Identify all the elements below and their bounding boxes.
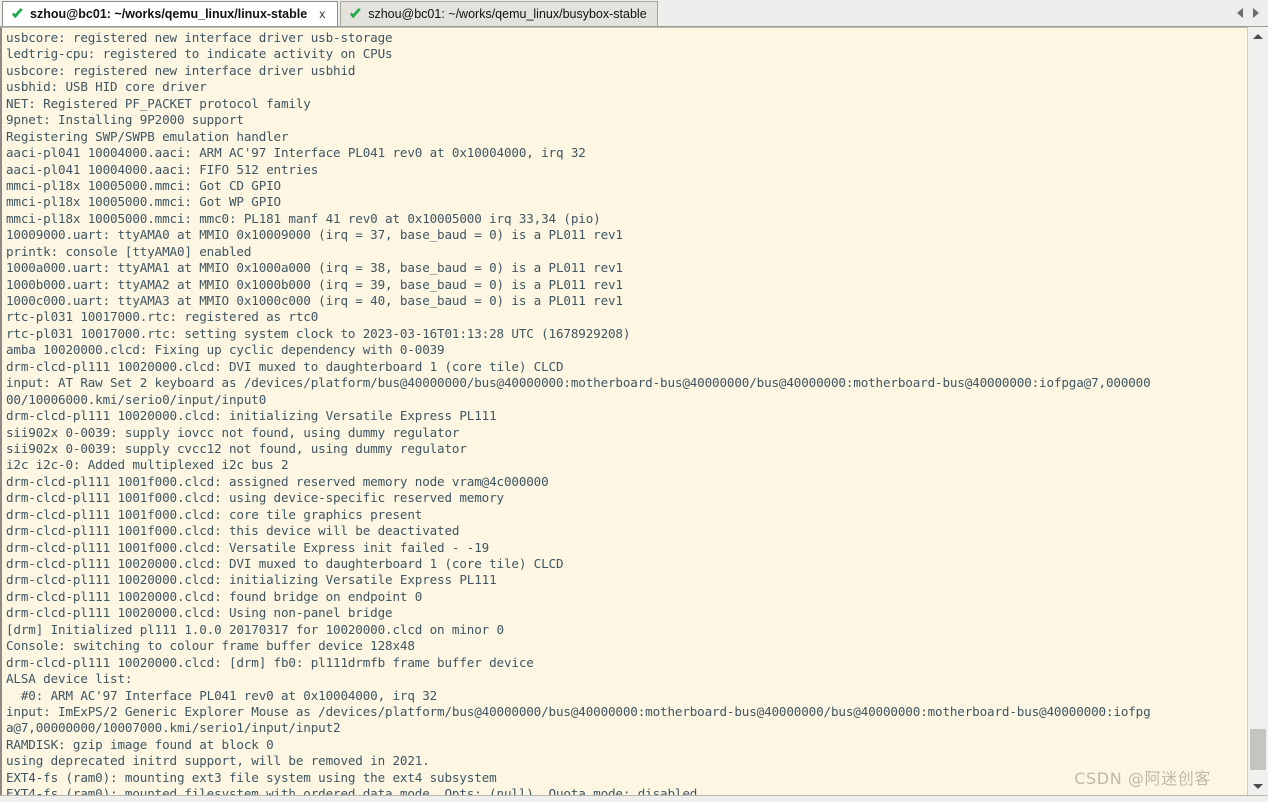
- terminal-line: a@7,00000000/10007000.kmi/serio1/input/i…: [6, 720, 341, 736]
- terminal-line: sii902x 0-0039: supply iovcc not found, …: [6, 424, 460, 440]
- tab-label: szhou@bc01: ~/works/qemu_linux/linux-sta…: [30, 7, 308, 21]
- terminal-line: rtc-pl031 10017000.rtc: setting system c…: [6, 325, 631, 341]
- terminal-line: 9pnet: Installing 9P2000 support: [6, 112, 244, 128]
- tab-nav-controls: [1231, 0, 1268, 26]
- tab-scroll-right-icon[interactable]: [1253, 8, 1259, 18]
- terminal-line: Registering SWP/SWPB emulation handler: [6, 128, 289, 144]
- chevron-down-icon: [1253, 783, 1263, 789]
- terminal-line: rtc-pl031 10017000.rtc: registered as rt…: [6, 309, 319, 325]
- tab-bar: szhou@bc01: ~/works/qemu_linux/linux-sta…: [0, 0, 1268, 27]
- terminal-line: usbcore: registered new interface driver…: [6, 30, 393, 45]
- terminal-line: drm-clcd-pl111 1001f000.clcd: using devi…: [6, 490, 504, 506]
- terminal-line: drm-clcd-pl111 10020000.clcd: DVI muxed …: [6, 358, 564, 374]
- terminal-line: usbcore: registered new interface driver…: [6, 62, 356, 78]
- tab-close-icon[interactable]: x: [317, 7, 327, 21]
- terminal-line: input: ImExPS/2 Generic Explorer Mouse a…: [6, 703, 1151, 719]
- tab-linux-stable[interactable]: szhou@bc01: ~/works/qemu_linux/linux-sta…: [2, 1, 339, 26]
- terminal-output: usbcore: registered new interface driver…: [2, 28, 1247, 795]
- terminal-line: 1000a000.uart: ttyAMA1 at MMIO 0x1000a00…: [6, 260, 623, 276]
- terminal-line: NET: Registered PF_PACKET protocol famil…: [6, 95, 311, 111]
- scroll-down-button[interactable]: [1248, 777, 1268, 795]
- terminal-line: mmci-pl18x 10005000.mmci: Got WP GPIO: [6, 194, 281, 210]
- terminal-line: 00/10006000.kmi/serio0/input/input0: [6, 391, 267, 407]
- terminal-line: drm-clcd-pl111 10020000.clcd: initializi…: [6, 408, 497, 424]
- terminal-line: input: AT Raw Set 2 keyboard as /devices…: [6, 375, 1151, 391]
- terminal-line: drm-clcd-pl111 1001f000.clcd: assigned r…: [6, 473, 549, 489]
- terminal-line: EXT4-fs (ram0): mounting ext3 file syste…: [6, 769, 497, 785]
- terminal-line: drm-clcd-pl111 10020000.clcd: initializi…: [6, 572, 497, 588]
- terminal-line: usbhid: USB HID core driver: [6, 79, 207, 95]
- terminal-line: ALSA device list:: [6, 671, 133, 687]
- terminal-line: #0: ARM AC'97 Interface PL041 rev0 at 0x…: [6, 687, 438, 703]
- chevron-up-icon: [1253, 33, 1263, 39]
- green-check-icon: [11, 7, 24, 21]
- terminal-body: usbcore: registered new interface driver…: [0, 27, 1268, 795]
- terminal-line: RAMDISK: gzip image found at block 0: [6, 736, 274, 752]
- terminal-line: drm-clcd-pl111 1001f000.clcd: core tile …: [6, 506, 423, 522]
- terminal-line: drm-clcd-pl111 1001f000.clcd: this devic…: [6, 523, 460, 539]
- terminal-line: drm-clcd-pl111 10020000.clcd: [drm] fb0:…: [6, 654, 534, 670]
- terminal-line: 10009000.uart: ttyAMA0 at MMIO 0x1000900…: [6, 227, 623, 243]
- terminal-line: mmci-pl18x 10005000.mmci: mmc0: PL181 ma…: [6, 210, 601, 226]
- scrollbar-track[interactable]: [1248, 45, 1268, 777]
- terminal-line: mmci-pl18x 10005000.mmci: Got CD GPIO: [6, 177, 281, 193]
- terminal-line: 1000c000.uart: ttyAMA3 at MMIO 0x1000c00…: [6, 293, 623, 308]
- terminal-line: amba 10020000.clcd: Fixing up cyclic dep…: [6, 342, 445, 358]
- terminal-line: printk: console [ttyAMA0] enabled: [6, 243, 252, 259]
- terminal-line: aaci-pl041 10004000.aaci: ARM AC'97 Inte…: [6, 145, 586, 161]
- terminal-line: 1000b000.uart: ttyAMA2 at MMIO 0x1000b00…: [6, 276, 623, 292]
- terminal-line: i2c i2c-0: Added multiplexed i2c bus 2: [6, 457, 289, 473]
- terminal-line: drm-clcd-pl111 10020000.clcd: DVI muxed …: [6, 556, 564, 571]
- terminal-line: using deprecated initrd support, will be…: [6, 753, 430, 769]
- terminal-line: Console: switching to colour frame buffe…: [6, 638, 415, 654]
- terminal-line: EXT4-fs (ram0): mounted filesystem with …: [6, 786, 705, 795]
- tab-busybox-stable[interactable]: szhou@bc01: ~/works/qemu_linux/busybox-s…: [340, 1, 658, 26]
- terminal-surface[interactable]: usbcore: registered new interface driver…: [0, 27, 1247, 795]
- terminal-line: aaci-pl041 10004000.aaci: FIFO 512 entri…: [6, 161, 319, 177]
- terminal-line: sii902x 0-0039: supply cvcc12 not found,…: [6, 440, 467, 456]
- terminal-line: drm-clcd-pl111 10020000.clcd: found brid…: [6, 588, 423, 604]
- terminal-line: drm-clcd-pl111 1001f000.clcd: Versatile …: [6, 539, 490, 555]
- tab-label: szhou@bc01: ~/works/qemu_linux/busybox-s…: [368, 7, 647, 21]
- scroll-up-button[interactable]: [1248, 27, 1268, 45]
- window-bottom-frame: [0, 795, 1268, 802]
- terminal-line: [drm] Initialized pl111 1.0.0 20170317 f…: [6, 621, 504, 637]
- terminal-window: szhou@bc01: ~/works/qemu_linux/linux-sta…: [0, 0, 1268, 802]
- scrollbar-thumb[interactable]: [1250, 729, 1266, 770]
- tab-scroll-left-icon[interactable]: [1237, 8, 1243, 18]
- terminal-line: drm-clcd-pl111 10020000.clcd: Using non-…: [6, 605, 393, 621]
- green-check-icon: [349, 7, 362, 21]
- terminal-line: ledtrig-cpu: registered to indicate acti…: [6, 46, 393, 62]
- vertical-scrollbar[interactable]: [1247, 27, 1268, 795]
